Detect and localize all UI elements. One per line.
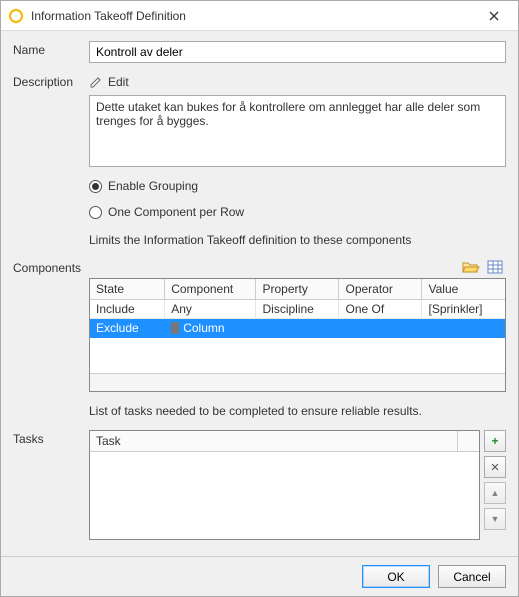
delete-icon: × [491, 460, 500, 475]
radio-icon [89, 206, 102, 219]
table-row[interactable]: Include Any Discipline One Of [Sprinkler… [90, 299, 505, 318]
radio-one-per-row-label: One Component per Row [108, 205, 244, 219]
name-input[interactable] [89, 41, 506, 63]
chevron-up-icon: ▲ [491, 488, 500, 498]
col-value[interactable]: Value [422, 279, 505, 299]
edit-description-button[interactable]: Edit [89, 73, 129, 91]
name-label: Name [13, 41, 83, 63]
components-grid[interactable]: State Component Property Operator Value … [89, 278, 506, 392]
grid-footer [90, 373, 505, 391]
components-header-row: State Component Property Operator Value [90, 279, 505, 299]
folder-open-icon[interactable] [462, 259, 480, 275]
table-row[interactable]: Exclude Column [90, 318, 505, 337]
table-row[interactable] [90, 337, 505, 355]
move-up-button[interactable]: ▲ [484, 482, 506, 504]
col-operator[interactable]: Operator [339, 279, 422, 299]
radio-enable-grouping-label: Enable Grouping [108, 179, 198, 193]
tasks-grid[interactable]: Task [89, 430, 480, 540]
dialog-footer: OK Cancel [1, 556, 518, 596]
description-text: Dette utaket kan bukes for å kontrollere… [89, 95, 506, 167]
col-state[interactable]: State [90, 279, 165, 299]
tasks-header-row: Task [90, 431, 479, 451]
add-task-button[interactable]: + [484, 430, 506, 452]
grid-view-icon[interactable] [486, 259, 504, 275]
tasks-hint: List of tasks needed to be completed to … [89, 402, 506, 420]
ok-button[interactable]: OK [362, 565, 430, 588]
close-button[interactable] [474, 2, 514, 30]
titlebar: Information Takeoff Definition [1, 1, 518, 31]
components-label: Components [13, 259, 83, 392]
chevron-down-icon: ▼ [491, 514, 500, 524]
window-title: Information Takeoff Definition [31, 9, 474, 23]
table-row[interactable] [90, 451, 479, 533]
column-icon [171, 322, 179, 334]
description-label: Description [13, 73, 83, 167]
table-row[interactable] [90, 355, 505, 373]
close-icon [489, 11, 499, 21]
dialog-window: Information Takeoff Definition Name Desc… [0, 0, 519, 597]
app-icon [9, 9, 23, 23]
components-toolbar [89, 259, 506, 275]
tasks-side-buttons: + × ▲ ▼ [484, 430, 506, 540]
delete-task-button[interactable]: × [484, 456, 506, 478]
col-property[interactable]: Property [256, 279, 339, 299]
edit-description-label: Edit [108, 75, 129, 89]
col-component[interactable]: Component [165, 279, 256, 299]
col-spacer [457, 431, 479, 451]
components-hint: Limits the Information Takeoff definitio… [89, 231, 506, 249]
edit-icon [89, 75, 103, 89]
cancel-button[interactable]: Cancel [438, 565, 506, 588]
radio-one-component-per-row[interactable]: One Component per Row [89, 203, 506, 221]
tasks-label: Tasks [13, 430, 83, 540]
move-down-button[interactable]: ▼ [484, 508, 506, 530]
radio-icon [89, 180, 102, 193]
col-task[interactable]: Task [90, 431, 457, 451]
radio-enable-grouping[interactable]: Enable Grouping [89, 177, 506, 195]
dialog-body: Name Description Edit Dette utaket kan b… [1, 31, 518, 556]
plus-icon: + [491, 434, 498, 448]
